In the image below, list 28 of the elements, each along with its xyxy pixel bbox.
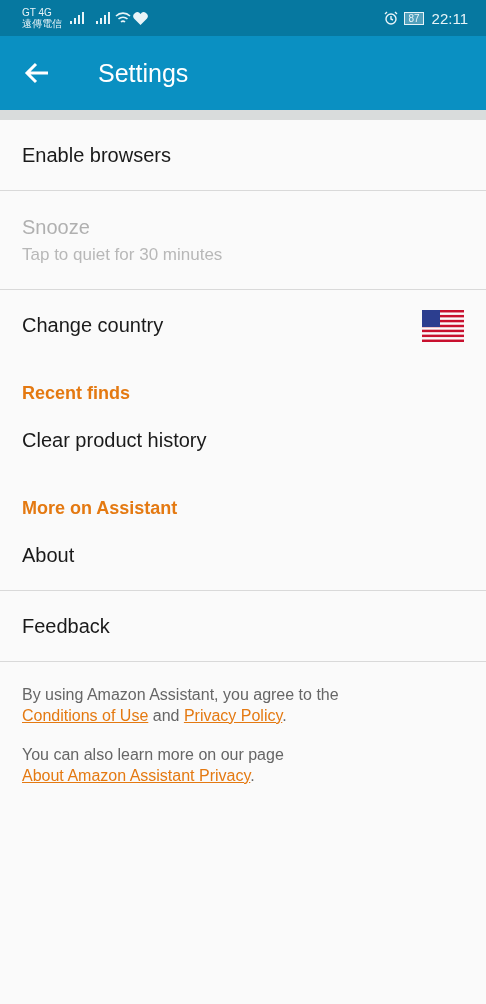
battery-icon: 87 (404, 11, 424, 25)
settings-item[interactable]: Enable browsers (0, 120, 486, 191)
signal-icon (96, 12, 112, 24)
item-label: Change country (22, 314, 165, 337)
back-button[interactable] (24, 61, 50, 85)
signal-icon (70, 12, 86, 24)
item-subtitle: Tap to quiet for 30 minutes (22, 244, 224, 265)
heart-icon (133, 11, 148, 25)
settings-item[interactable]: Feedback (0, 591, 486, 662)
item-label: Snooze (22, 215, 91, 239)
section-header: Recent finds (21, 382, 132, 405)
settings-item[interactable]: Change country (0, 290, 486, 361)
page-title: Settings (98, 58, 189, 88)
item-label: Feedback (22, 614, 111, 638)
clock-time: 22:11 (431, 9, 468, 27)
settings-item[interactable]: Clear product history (0, 405, 486, 476)
legal-text: By using Amazon Assistant, you agree to the Conditions of Use and Privacy Policy. (22, 685, 340, 726)
item-label: Enable browsers (22, 143, 172, 167)
item-label: About (22, 543, 76, 567)
carrier-name: 遠傳電信 (22, 18, 62, 29)
settings-item[interactable]: About (0, 520, 486, 591)
flag-icon (422, 309, 464, 342)
carrier-network: GT 4G (22, 7, 53, 18)
alarm-icon (384, 11, 399, 25)
wifi-icon (115, 11, 131, 25)
item-label: Clear product history (22, 429, 208, 452)
legal-text: You can also learn more on our page About Amazon Assistant Privacy. (22, 745, 285, 786)
section-header: More on Assistant (21, 497, 179, 520)
